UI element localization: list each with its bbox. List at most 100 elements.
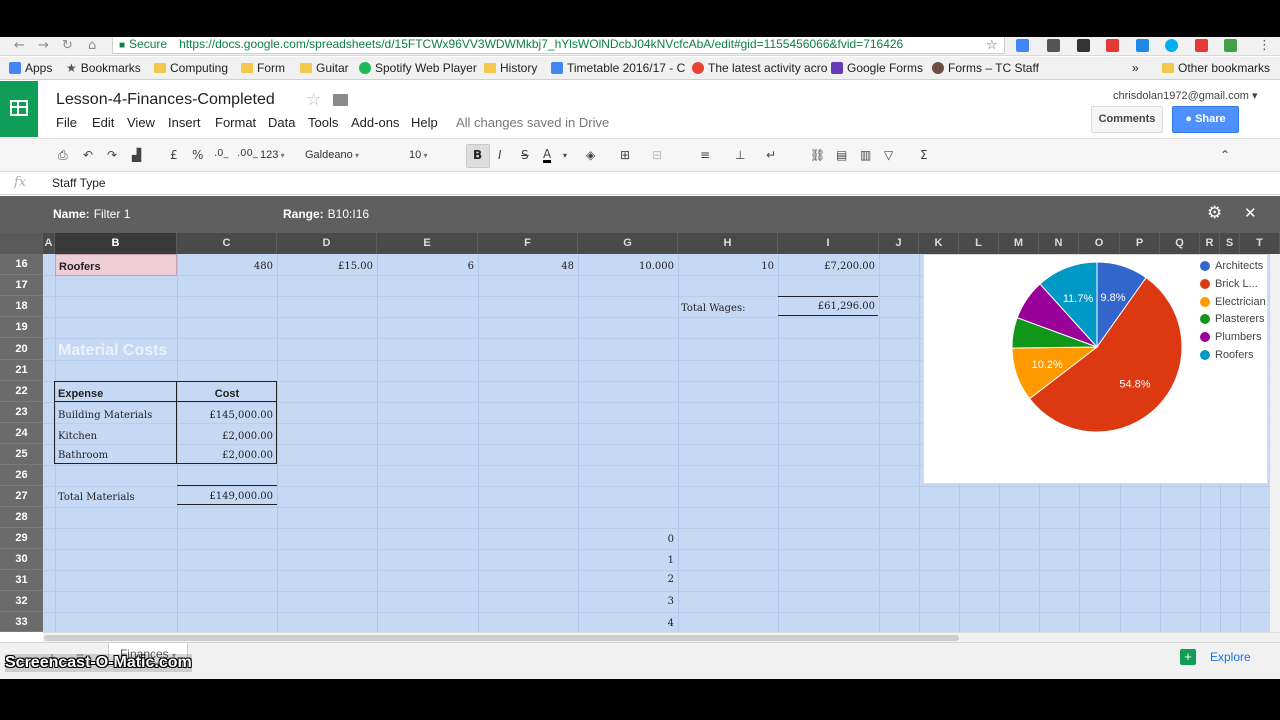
row-header[interactable]: 24 xyxy=(0,423,43,444)
menu-dots-icon[interactable]: ⋮ xyxy=(1258,38,1271,53)
reload-icon[interactable]: ↻ xyxy=(62,38,73,53)
decrease-decimal-button[interactable]: .0_ xyxy=(214,148,229,159)
collapse-icon[interactable]: ⌃ xyxy=(1220,148,1230,162)
column-header-a[interactable]: A xyxy=(43,233,55,254)
column-header-i[interactable]: I xyxy=(778,233,879,254)
column-header-o[interactable]: O xyxy=(1079,233,1120,254)
percent-format-button[interactable]: % xyxy=(192,148,203,162)
cell-g30[interactable]: 1 xyxy=(578,555,674,566)
material-costs-heading[interactable]: Material Costs xyxy=(58,342,167,360)
bookmark-other[interactable]: Other bookmarks xyxy=(1162,61,1270,75)
material-cost[interactable]: £2,000.00 xyxy=(177,431,273,442)
gear-icon[interactable]: ⚙ xyxy=(1207,203,1222,223)
cell-e16[interactable]: 6 xyxy=(377,261,474,272)
bookmark-computing[interactable]: Computing xyxy=(154,61,228,75)
row-header[interactable]: 28 xyxy=(0,507,43,528)
menu-edit[interactable]: Edit xyxy=(92,115,114,130)
cell-i16[interactable]: £7,200.00 xyxy=(778,261,875,272)
row-header[interactable]: 18 xyxy=(0,296,43,317)
expense-header[interactable]: Expense xyxy=(58,388,103,400)
extension-icon[interactable] xyxy=(1016,39,1029,52)
redo-icon[interactable]: ↷ xyxy=(107,148,117,162)
text-wrap-icon[interactable]: ↵ xyxy=(766,148,776,162)
merge-cells-icon[interactable]: ⊟ xyxy=(652,148,662,162)
column-header-d[interactable]: D xyxy=(277,233,377,254)
filter-icon[interactable]: ▽ xyxy=(884,148,893,162)
column-header-j[interactable]: J xyxy=(879,233,919,254)
address-bar[interactable]: ■ Secure https://docs.google.com/spreadshe… xyxy=(112,37,1005,54)
horizontal-align-icon[interactable]: ≡ xyxy=(700,148,710,162)
total-materials-label[interactable]: Total Materials xyxy=(58,492,135,503)
filter-name[interactable]: Name: Filter 1 xyxy=(53,207,130,221)
row-header[interactable]: 26 xyxy=(0,465,43,486)
column-header-b[interactable]: B xyxy=(55,233,177,254)
print-icon[interactable]: ⎙ xyxy=(58,148,68,163)
total-wages-label[interactable]: Total Wages: xyxy=(681,303,745,314)
row-header[interactable]: 21 xyxy=(0,360,43,381)
bookmark-bookmarks[interactable]: ★ Bookmarks xyxy=(66,61,141,75)
total-materials-value[interactable]: £149,000.00 xyxy=(177,491,273,502)
horizontal-scrollbar[interactable] xyxy=(43,632,1280,642)
paint-format-icon[interactable]: ▟ xyxy=(132,148,141,162)
menu-format[interactable]: Format xyxy=(215,115,256,130)
cell-g16[interactable]: 10.000 xyxy=(578,261,674,272)
menu-insert[interactable]: Insert xyxy=(168,115,201,130)
column-header-h[interactable]: H xyxy=(678,233,778,254)
strikethrough-button[interactable]: S xyxy=(521,148,529,162)
extension-icon[interactable] xyxy=(1106,39,1119,52)
material-name[interactable]: Building Materials xyxy=(58,410,152,421)
extension-icon[interactable] xyxy=(1136,39,1149,52)
undo-icon[interactable]: ↶ xyxy=(83,148,93,162)
bookmark-history[interactable]: History xyxy=(484,61,537,75)
number-format-dropdown[interactable]: 123 xyxy=(260,149,285,161)
material-name[interactable]: Bathroom xyxy=(58,450,108,461)
chevron-down-icon[interactable]: ▾ xyxy=(563,151,567,160)
cell-d16[interactable]: £15.00 xyxy=(277,261,373,272)
extension-icon[interactable] xyxy=(1047,39,1060,52)
menu-view[interactable]: View xyxy=(127,115,155,130)
insert-comment-icon[interactable]: ▤ xyxy=(836,148,847,162)
cell-f16[interactable]: 48 xyxy=(478,261,574,272)
row-header[interactable]: 29 xyxy=(0,528,43,549)
folder-icon[interactable] xyxy=(333,94,348,106)
menu-addons[interactable]: Add-ons xyxy=(351,115,399,130)
column-header-s[interactable]: S xyxy=(1220,233,1240,254)
bookmark-latest-activity[interactable]: The latest activity acro xyxy=(692,61,827,75)
save-status[interactable]: All changes saved in Drive xyxy=(456,115,609,130)
share-button[interactable]: ● Share xyxy=(1172,106,1239,133)
column-header-f[interactable]: F xyxy=(478,233,578,254)
font-size-dropdown[interactable]: 10 xyxy=(409,149,454,161)
column-header-p[interactable]: P xyxy=(1120,233,1160,254)
bookmark-guitar[interactable]: Guitar xyxy=(300,61,349,75)
material-cost[interactable]: £2,000.00 xyxy=(177,450,273,461)
text-color-button[interactable]: A xyxy=(543,148,552,163)
column-header-g[interactable]: G xyxy=(578,233,678,254)
bold-button[interactable]: B xyxy=(473,148,482,162)
increase-decimal-button[interactable]: .00_ xyxy=(237,148,258,159)
cell-b16[interactable]: Roofers xyxy=(55,254,177,276)
scrollbar-thumb[interactable] xyxy=(44,635,959,641)
insert-chart-icon[interactable]: ▥ xyxy=(860,148,871,162)
column-header-q[interactable]: Q xyxy=(1160,233,1200,254)
material-name[interactable]: Kitchen xyxy=(58,431,97,442)
comments-button[interactable]: Comments xyxy=(1091,106,1163,133)
extension-icon[interactable] xyxy=(1077,39,1090,52)
row-header[interactable]: 20 xyxy=(0,338,43,360)
row-header[interactable]: 31 xyxy=(0,570,43,591)
vertical-align-icon[interactable]: ⊥ xyxy=(735,148,745,162)
skype-icon[interactable] xyxy=(1165,39,1178,52)
explore-button[interactable]: + Explore xyxy=(1180,649,1251,665)
insert-link-icon[interactable]: ⛓ xyxy=(810,148,825,162)
row-header[interactable]: 33 xyxy=(0,612,43,632)
material-cost[interactable]: £145,000.00 xyxy=(177,410,273,421)
bookmark-star-icon[interactable]: ☆ xyxy=(986,38,998,53)
font-dropdown[interactable]: Galdeano xyxy=(305,149,383,161)
sheets-logo[interactable] xyxy=(0,81,38,137)
vertical-scrollbar[interactable] xyxy=(1270,254,1280,632)
home-icon[interactable]: ⌂ xyxy=(88,38,96,53)
cell-g29[interactable]: 0 xyxy=(578,534,674,545)
fill-color-icon[interactable]: ◈ xyxy=(586,148,595,162)
row-header[interactable]: 17 xyxy=(0,275,43,296)
currency-format-button[interactable]: £ xyxy=(170,148,178,162)
row-header[interactable]: 25 xyxy=(0,444,43,465)
